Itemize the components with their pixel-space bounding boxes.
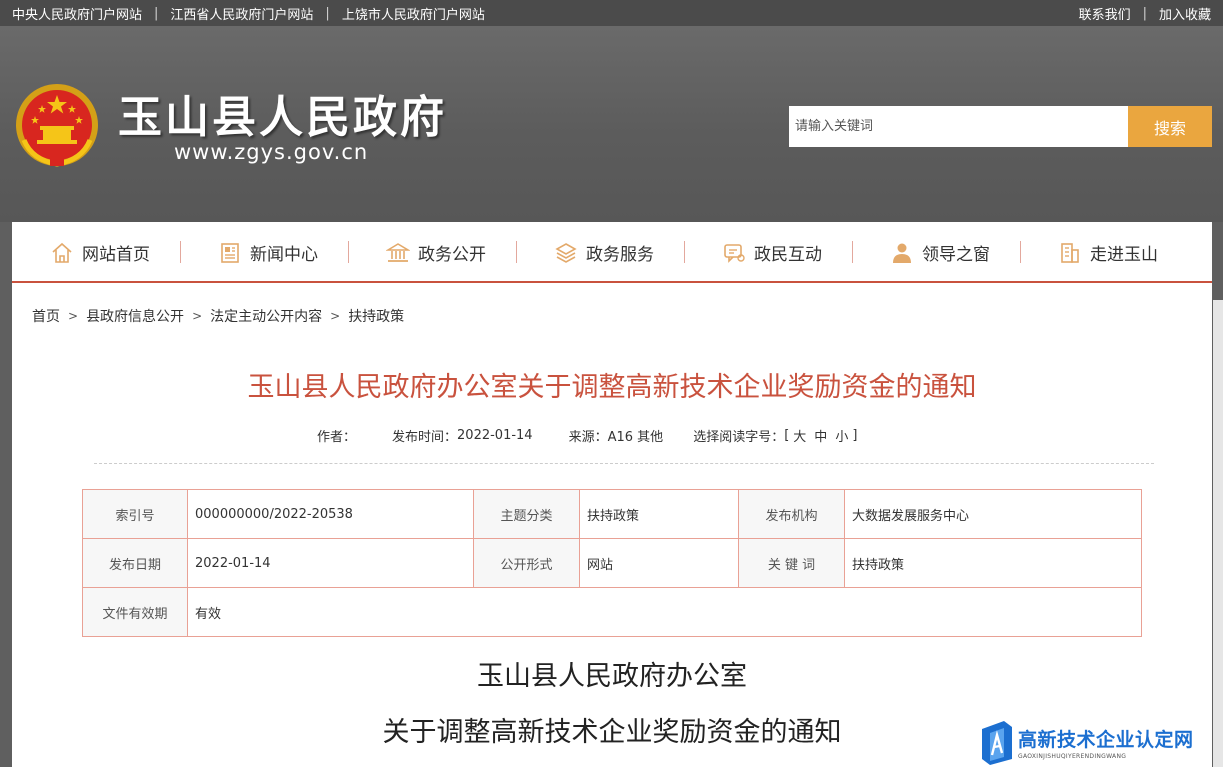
nav-item-leaders[interactable]: 领导之窗 [890, 222, 990, 283]
top-link-bar: 中央人民政府门户网站 | 江西省人民政府门户网站 | 上饶市人民政府门户网站 联… [0, 0, 1223, 26]
disclosure-form-value: 网站 [579, 538, 739, 588]
main-content: 网站首页 新闻中心 政务公开 政务服务 政民互动 领导之窗 走进玉山 首页 > … [12, 222, 1212, 767]
top-links-right: 联系我们 | 加入收藏 [1079, 4, 1211, 23]
nav-label: 政民互动 [754, 245, 822, 265]
nav-item-interaction[interactable]: 政民互动 [722, 222, 822, 283]
nav-label: 政务服务 [586, 245, 654, 265]
bracket-open: [ [784, 428, 790, 443]
nav-separator [1020, 241, 1021, 263]
publish-date-label: 发布时间： [392, 430, 458, 445]
publisher-value: 大数据发展服务中心 [844, 489, 1142, 539]
search-box: 搜索 [789, 106, 1212, 147]
index-number-label: 索引号 [82, 489, 188, 539]
contact-us-link[interactable]: 联系我们 [1079, 4, 1131, 23]
nav-label: 新闻中心 [250, 245, 318, 265]
search-input[interactable] [789, 106, 1128, 147]
nav-label: 领导之窗 [922, 245, 990, 265]
font-size-small-button[interactable]: 小 [835, 426, 848, 445]
nav-item-gov-affairs[interactable]: 政务公开 [386, 222, 486, 283]
document-info-table: 索引号 000000000/2022-20538 主题分类 扶持政策 发布机构 … [82, 489, 1142, 637]
publisher-label: 发布机构 [738, 489, 845, 539]
top-link-separator: | [325, 6, 330, 21]
top-link-central-gov[interactable]: 中央人民政府门户网站 [12, 4, 142, 23]
government-building-icon [386, 242, 410, 262]
source-value: A16 其他 [607, 430, 664, 445]
breadcrumb-info-disclosure[interactable]: 县政府信息公开 [86, 306, 184, 326]
table-row: 发布日期 2022-01-14 公开形式 网站 关 键 词 扶持政策 [82, 538, 1142, 588]
nav-label: 走进玉山 [1090, 245, 1158, 265]
main-nav: 网站首页 新闻中心 政务公开 政务服务 政民互动 领导之窗 走进玉山 [12, 222, 1212, 283]
font-size-label: 选择阅读字号： [693, 430, 785, 445]
top-link-jiangxi-gov[interactable]: 江西省人民政府门户网站 [170, 4, 313, 23]
site-name: 玉山县人民政府 [118, 92, 447, 143]
font-size-large-button[interactable]: 大 [793, 426, 806, 445]
nav-item-home[interactable]: 网站首页 [50, 222, 150, 283]
search-button[interactable]: 搜索 [1128, 106, 1212, 147]
nav-label: 政务公开 [418, 245, 486, 265]
news-icon [221, 242, 239, 263]
breadcrumb-separator: > [68, 309, 79, 323]
keyword-label: 关 键 词 [738, 538, 845, 588]
site-header: 玉山县人民政府 www.zgys.gov.cn 搜索 [0, 26, 1223, 222]
breadcrumb-statutory-content[interactable]: 法定主动公开内容 [210, 306, 322, 326]
nav-separator [852, 241, 853, 263]
breadcrumb: 首页 > 县政府信息公开 > 法定主动公开内容 > 扶持政策 [32, 306, 404, 326]
nav-item-about-yushan[interactable]: 走进玉山 [1058, 222, 1158, 283]
nav-separator [348, 241, 349, 263]
add-favorite-link[interactable]: 加入收藏 [1159, 4, 1211, 23]
meta-divider [94, 463, 1154, 464]
breadcrumb-separator: > [330, 309, 341, 323]
author-label: 作者： [317, 430, 357, 445]
publish-date-value: 2022-01-14 [457, 428, 533, 443]
publish-date-value: 2022-01-14 [187, 538, 474, 588]
nav-label: 网站首页 [82, 245, 150, 265]
person-icon [893, 243, 911, 263]
article-title: 玉山县人民政府办公室关于调整高新技术企业奖励资金的通知 [247, 372, 977, 403]
watermark: 高新技术企业认定网 GAOXINJISHUQIYERENDINGWANG [978, 717, 1223, 767]
top-link-separator: | [1142, 6, 1147, 21]
watermark-logo-icon [982, 721, 1012, 765]
national-emblem-icon[interactable] [12, 80, 102, 170]
breadcrumb-home[interactable]: 首页 [32, 306, 60, 326]
nav-separator [180, 241, 181, 263]
watermark-title: 高新技术企业认定网 [1018, 729, 1194, 751]
disclosure-form-label: 公开形式 [473, 538, 580, 588]
table-row: 索引号 000000000/2022-20538 主题分类 扶持政策 发布机构 … [82, 489, 1142, 539]
nav-separator [684, 241, 685, 263]
buildings-icon [1061, 242, 1079, 263]
breadcrumb-support-policy[interactable]: 扶持政策 [348, 306, 404, 326]
table-row: 文件有效期 有效 [82, 587, 1142, 637]
index-number-value: 000000000/2022-20538 [187, 489, 474, 539]
topic-value: 扶持政策 [579, 489, 739, 539]
validity-value: 有效 [187, 587, 1142, 637]
nav-item-gov-services[interactable]: 政务服务 [554, 222, 654, 283]
top-link-shangrao-gov[interactable]: 上饶市人民政府门户网站 [342, 4, 485, 23]
breadcrumb-separator: > [192, 309, 203, 323]
document-heading-line1: 玉山县人民政府办公室 [477, 661, 747, 692]
top-link-separator: | [154, 6, 159, 21]
home-icon [52, 242, 72, 263]
keyword-value: 扶持政策 [844, 538, 1142, 588]
watermark-text: 高新技术企业认定网 GAOXINJISHUQIYERENDINGWANG [1018, 725, 1194, 760]
validity-label: 文件有效期 [82, 587, 188, 637]
top-links-left: 中央人民政府门户网站 | 江西省人民政府门户网站 | 上饶市人民政府门户网站 [12, 4, 485, 23]
font-size-medium-button[interactable]: 中 [814, 426, 827, 445]
source-label: 来源： [568, 430, 608, 445]
nav-item-news[interactable]: 新闻中心 [218, 222, 318, 283]
topic-label: 主题分类 [473, 489, 580, 539]
article-meta: 作者： 发布时间： 2022-01-14 来源： A16 其他 选择阅读字号： … [317, 426, 857, 445]
site-url: www.zgys.gov.cn [174, 140, 369, 164]
layers-icon [555, 242, 577, 263]
publish-date-label: 发布日期 [82, 538, 188, 588]
chat-icon [724, 243, 745, 263]
watermark-subtitle: GAOXINJISHUQIYERENDINGWANG [1018, 753, 1127, 760]
page-scrollbar[interactable] [1213, 300, 1223, 767]
bracket-close: ] [852, 428, 858, 443]
nav-separator [516, 241, 517, 263]
